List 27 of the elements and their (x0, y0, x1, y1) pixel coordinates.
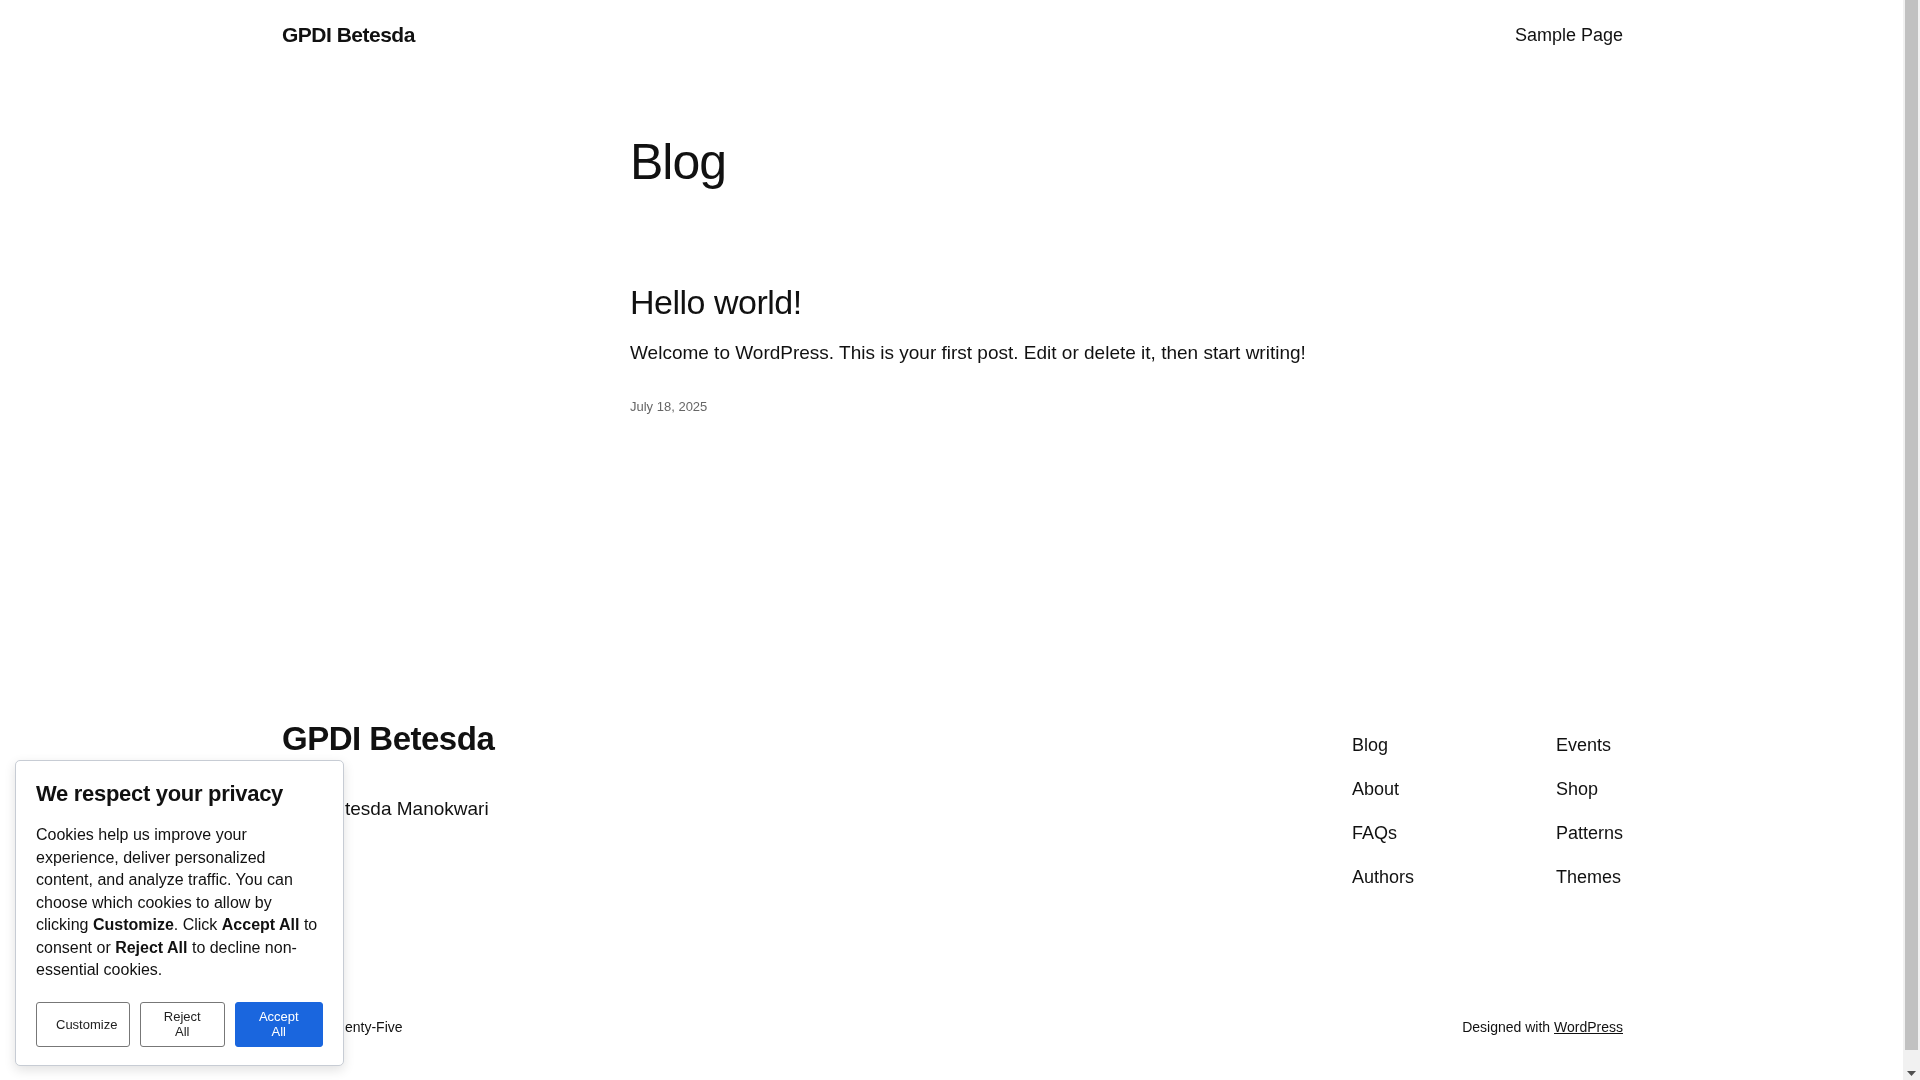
footer-nav-link[interactable]: Shop (1555, 776, 1623, 803)
post-title[interactable]: Hello world! (630, 282, 1903, 323)
scrollbar-thumb[interactable] (1905, 0, 1918, 1050)
footer-nav-link[interactable]: About (1351, 776, 1556, 803)
accept-all-button[interactable]: Accept All (234, 1001, 323, 1047)
page-heading: Blog (630, 133, 728, 192)
customize-button[interactable]: Customize (36, 1001, 130, 1047)
post-excerpt: Welcome to WordPress. This is your first post. Edit or delete it, then start writing! (630, 340, 1307, 365)
scroll-down-icon[interactable] (1907, 1071, 1916, 1076)
scrollbar[interactable] (1903, 0, 1920, 1080)
reject-all-button[interactable]: Reject All (140, 1001, 225, 1047)
site-title: GPDI Betesda (282, 22, 415, 49)
site-tagline: tesda Manokwari (345, 797, 489, 821)
banner-text: Cookies help us improve your experience, deliver personalized content, and analyze traffic. You can choose which cookies to allow by clicking Customize. Click Accept All to consent or Reject All to decline non-essential cookies. (36, 825, 319, 981)
footer-nav-link[interactable]: FAQs (1351, 820, 1556, 847)
footer-nav-link[interactable]: Patterns (1555, 820, 1623, 847)
banner-title: We respect your privacy (36, 781, 285, 808)
theme-credit: enty-Five (345, 1018, 403, 1037)
footer-nav-link[interactable]: Events (1555, 732, 1623, 759)
footer-nav-link[interactable]: Authors (1351, 864, 1556, 891)
credit-text: Designed with WordPress (1462, 1018, 1623, 1037)
footer-nav-link[interactable]: Blog (1351, 732, 1556, 759)
nav-link[interactable]: Sample Page (1514, 21, 1623, 49)
wordpress-link[interactable]: WordPress (1554, 1019, 1623, 1035)
footer-site-title: GPDI Betesda (282, 722, 495, 755)
post-date: July 18, 2025 (630, 398, 709, 417)
footer-nav-link[interactable]: Themes (1555, 864, 1623, 891)
